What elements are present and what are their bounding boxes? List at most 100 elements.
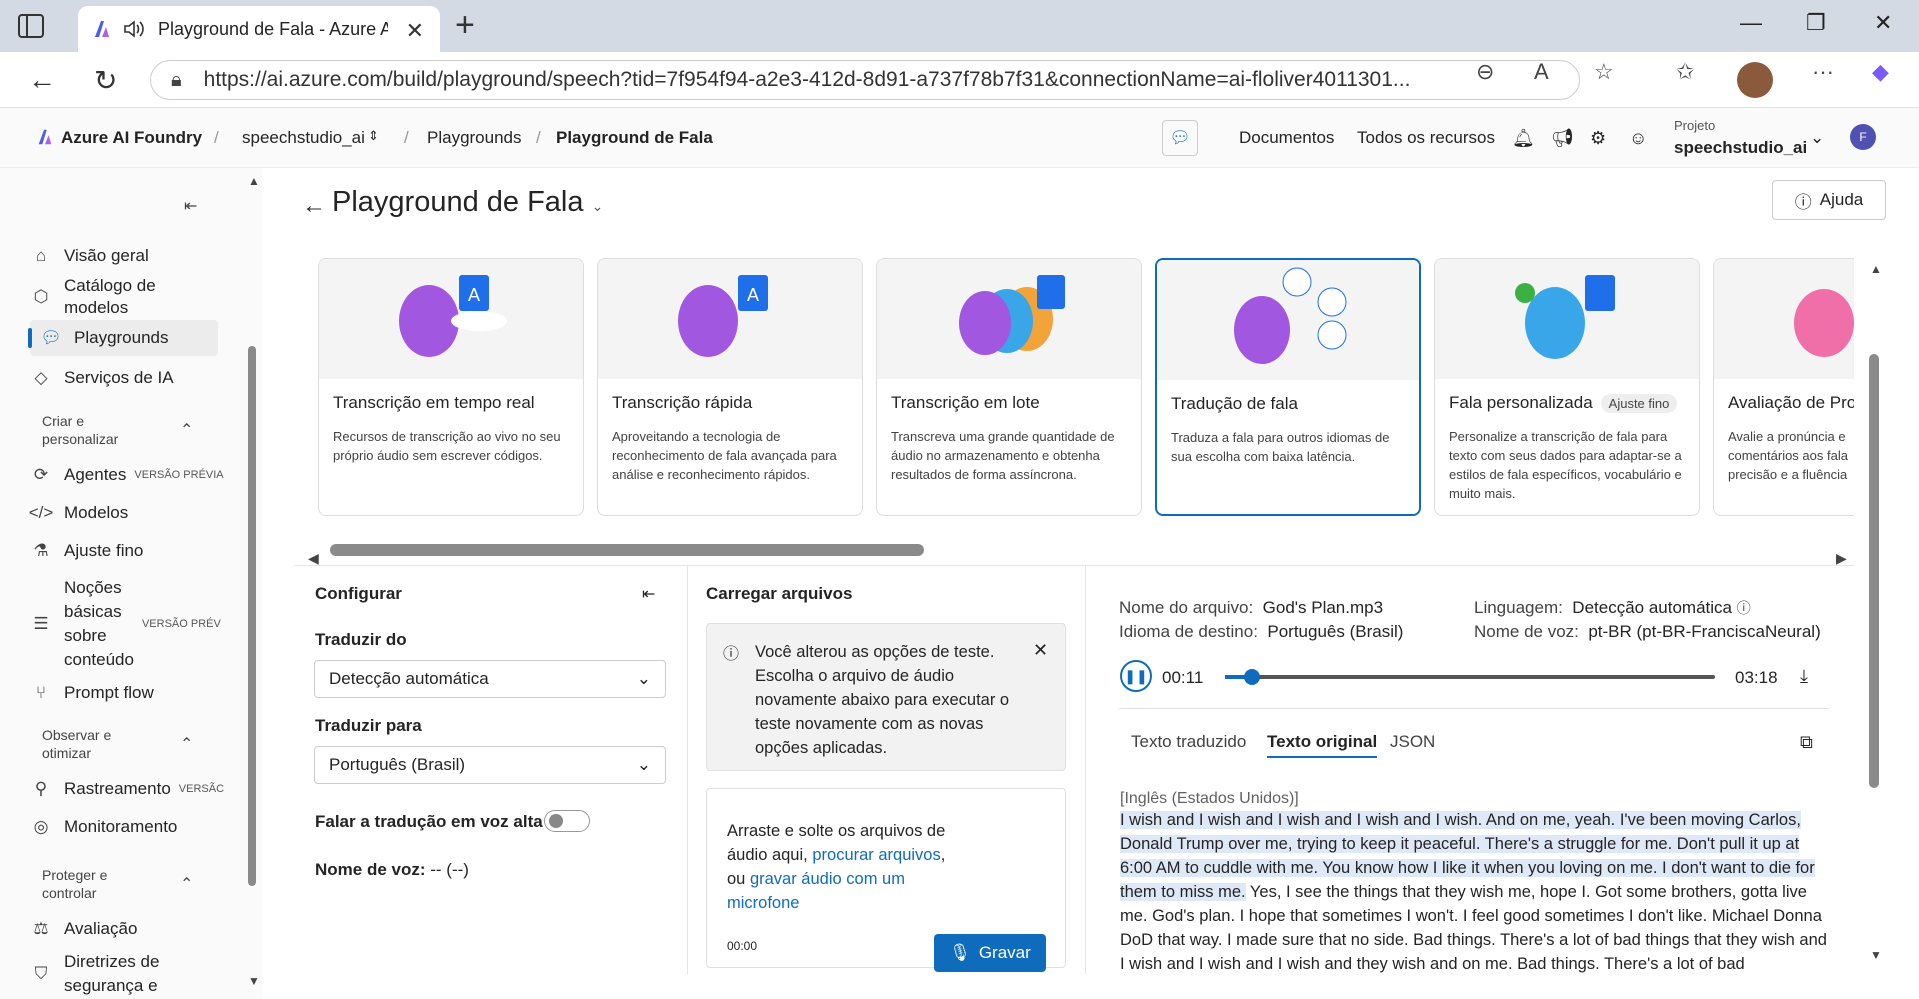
speak-aloud-toggle[interactable] [544, 810, 590, 832]
sidebar-item-safety[interactable]: ⛉ Diretrizes de segurança e [30, 950, 218, 998]
chevron-up-icon[interactable]: ⌃ [180, 420, 193, 440]
project-name[interactable]: speechstudio_ai [1674, 138, 1807, 158]
sidebar-scroll-up-icon[interactable]: ▲ [248, 174, 260, 188]
read-aloud-icon[interactable]: A [1534, 59, 1549, 85]
sidebar-scroll-down-icon[interactable]: ▼ [248, 974, 260, 988]
left-sidebar: ⇤ ⌂ Visão geral ⬡ Catálogo de modelos 💬︎ Pl… [0, 168, 262, 999]
browse-files-link[interactable]: procurar arquivos [812, 846, 940, 864]
panel-divider [687, 566, 688, 974]
seek-track[interactable] [1225, 669, 1715, 685]
tab-translated-text[interactable]: Texto traduzido [1131, 732, 1246, 752]
sidebar-toggle-icon[interactable] [18, 14, 44, 38]
scroll-up-icon[interactable]: ▲ [1870, 262, 1882, 276]
sidebar-scrollbar[interactable] [248, 346, 256, 886]
close-tab-icon[interactable]: ✕ [406, 18, 424, 44]
card-pronunciation[interactable]: Avaliação de Pro Avalie a pronúncia e co… [1713, 258, 1854, 516]
azure-foundry-logo-icon [95, 21, 109, 37]
card-speech-translation[interactable]: Tradução de fala Traduza a fala para out… [1155, 258, 1421, 516]
app-header: Azure AI Foundry / speechstudio_ai ⇕ / P… [0, 108, 1919, 168]
refresh-icon[interactable]: ↻ [94, 64, 117, 97]
card-fast-transcription[interactable]: A Transcrição rápida Aproveitando a tecn… [597, 258, 863, 516]
minimize-icon[interactable]: — [1740, 10, 1762, 36]
chevron-up-icon[interactable]: ⌃ [180, 734, 193, 754]
record-audio-link[interactable]: gravar áudio com um microfone [727, 870, 905, 912]
svg-text:A: A [747, 285, 759, 305]
sidebar-item-ai-services[interactable]: ◇ Serviços de IA [30, 360, 218, 396]
profile-avatar[interactable] [1737, 62, 1773, 98]
sidebar-item-evaluation[interactable]: ⚖ Avaliação [30, 912, 218, 946]
record-button[interactable]: 🎙︎ Gravar [934, 934, 1046, 972]
project-crumb[interactable]: speechstudio_ai [242, 128, 365, 148]
restore-icon[interactable]: ❐ [1806, 10, 1826, 36]
chevron-up-icon[interactable]: ⌃ [180, 874, 193, 894]
translate-to-select[interactable]: Português (Brasil) ⌄ [314, 746, 666, 784]
collapse-sidebar-icon[interactable]: ⇤ [184, 196, 197, 216]
card-custom-speech[interactable]: Fala personalizada Ajuste fino Personaliz… [1434, 258, 1700, 516]
info-icon: ⓘ [1736, 600, 1751, 616]
upload-title: Carregar arquivos [706, 584, 853, 603]
crumb-playgrounds[interactable]: Playgrounds [427, 128, 522, 148]
favorites-icon[interactable]: ✩ [1676, 59, 1694, 85]
copilot-chat-icon[interactable]: 💬︎ [1162, 120, 1198, 156]
chevron-down-icon[interactable]: ⌄ [1810, 128, 1824, 148]
agent-icon: ⟳ [33, 465, 49, 484]
sidebar-item-overview[interactable]: ⌂ Visão geral [30, 242, 218, 270]
copilot-icon[interactable]: ◆ [1872, 59, 1889, 85]
speaker-icon[interactable] [122, 18, 146, 40]
help-button[interactable]: ⓘ Ajuda [1772, 180, 1886, 220]
info-icon: ⓘ [723, 646, 740, 663]
sidebar-item-catalog[interactable]: ⬡ Catálogo de modelos [30, 272, 218, 322]
url-field[interactable]: 🔒︎ https://ai.azure.com/build/playground… [150, 60, 1580, 100]
sidebar-item-agents[interactable]: ⟳ Agentes VERSÃO PRÉVIA [30, 458, 224, 492]
cards-scrollbar[interactable] [330, 544, 924, 556]
card-batch-transcription[interactable]: Transcrição em lote Transcreva uma grand… [876, 258, 1142, 516]
bell-icon[interactable]: 🔔︎ [1512, 128, 1535, 149]
tab-json[interactable]: JSON [1390, 732, 1435, 752]
svg-text:A: A [468, 285, 480, 305]
close-icon[interactable]: ✕ [1033, 640, 1048, 661]
new-tab-icon[interactable]: + [455, 6, 475, 45]
megaphone-icon[interactable]: 📢︎ [1551, 128, 1574, 149]
pause-button[interactable]: ❚❚ [1120, 660, 1152, 692]
smiley-icon[interactable]: ☺ [1629, 128, 1647, 149]
favorite-icon[interactable]: ☆ [1594, 59, 1614, 85]
translate-from-select[interactable]: Detecção automática ⌄ [314, 660, 666, 698]
browser-tab-bar: Playground de Fala - Azure AI Foundry ✕ … [0, 0, 1919, 52]
sidebar-item-tracing[interactable]: ⚲ Rastreamento VERSÃC [30, 772, 224, 806]
sidebar-item-models[interactable]: </> Modelos [29, 496, 218, 530]
scale-icon: ⚖ [33, 919, 49, 938]
sidebar-item-playgrounds[interactable]: 💬︎ Playgrounds [28, 320, 218, 356]
more-icon[interactable]: ··· [1812, 59, 1834, 85]
back-arrow-icon[interactable]: ← [302, 192, 326, 220]
home-icon: ⌂ [35, 246, 47, 265]
foundry-logo-icon [38, 129, 52, 145]
breadcrumb-separator: / [214, 128, 219, 147]
user-avatar[interactable]: F [1850, 124, 1876, 150]
brand-link[interactable]: Azure AI Foundry [61, 128, 202, 148]
sidebar-item-monitoring[interactable]: ◎ Monitoramento [30, 810, 218, 844]
seek-thumb[interactable] [1243, 669, 1260, 685]
page-scrollbar[interactable] [1869, 354, 1879, 788]
sidebar-item-fine-tuning[interactable]: ⚗ Ajuste fino [30, 534, 218, 568]
back-icon[interactable]: ← [28, 64, 56, 96]
cube-icon: ⬡ [33, 287, 49, 306]
sidebar-item-prompt-flow[interactable]: ⑂ Prompt flow [30, 676, 218, 710]
card-realtime-transcription[interactable]: A Transcrição em tempo real Recursos de … [318, 258, 584, 516]
copy-icon[interactable]: ⧉ [1800, 732, 1813, 753]
docs-link[interactable]: Documentos [1239, 128, 1334, 148]
target-info: Idioma de destino: Português (Brasil) [1119, 622, 1404, 641]
zoom-icon[interactable]: ⊖ [1476, 59, 1494, 85]
scroll-down-icon[interactable]: ▼ [1870, 948, 1882, 962]
sidebar-item-content-understanding[interactable]: ☰ Noções básicas sobre conteúdo VERSÃO PRÉ… [30, 576, 220, 672]
tab-original-text[interactable]: Texto original [1267, 732, 1378, 758]
all-resources-link[interactable]: Todos os recursos [1357, 128, 1495, 148]
collapse-panel-icon[interactable]: ⇤ [642, 584, 655, 604]
panel-divider [1085, 566, 1086, 974]
close-window-icon[interactable]: ✕ [1874, 10, 1892, 36]
browser-tab[interactable]: Playground de Fala - Azure AI Foundry ✕ [78, 6, 440, 52]
download-icon[interactable]: ⤓ [1800, 666, 1808, 687]
chevron-updown-icon[interactable]: ⇕ [368, 128, 379, 144]
card-image: A [598, 259, 862, 379]
chevron-down-icon[interactable]: ⌄ [592, 198, 604, 214]
gear-icon[interactable]: ⚙ [1590, 128, 1606, 149]
